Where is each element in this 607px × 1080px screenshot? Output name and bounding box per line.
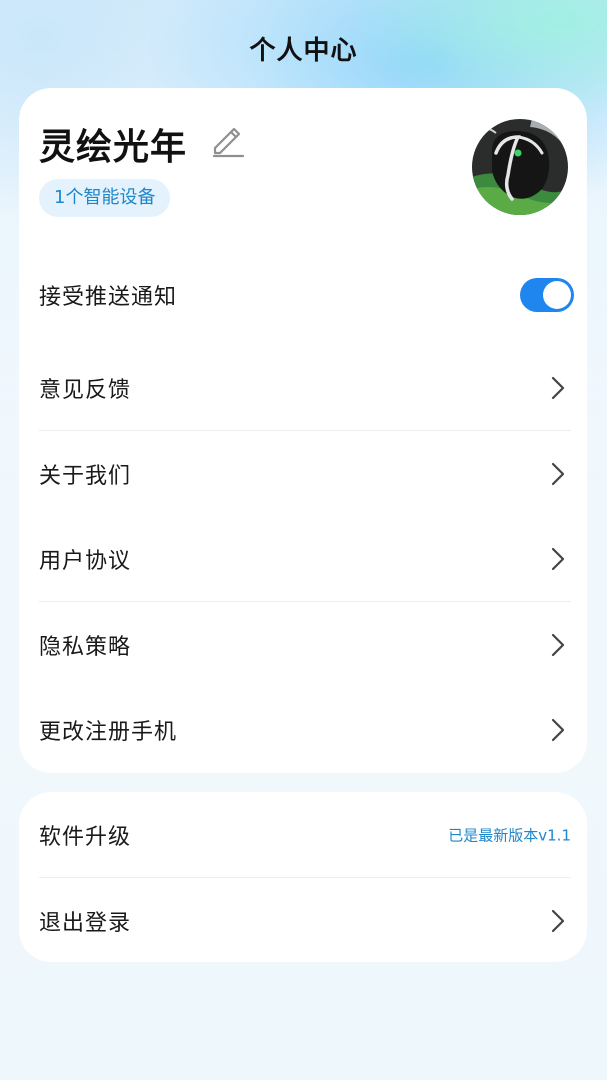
settings-item-label: 更改注册手机: [39, 720, 178, 745]
software-upgrade-row[interactable]: 软件升级 已是最新版本v1.1: [39, 792, 571, 878]
software-upgrade-label: 软件升级: [39, 825, 132, 850]
settings-item-privacy-policy[interactable]: 隐私策略: [39, 602, 569, 688]
settings-item-feedback[interactable]: 意见反馈: [39, 345, 571, 431]
profile-settings-card: 灵绘光年 1个智能设备 接受推送通知 意见反馈 关于我们 用户协议 隐私策略 更…: [19, 88, 587, 773]
chevron-right-icon: [551, 376, 565, 400]
edit-icon[interactable]: [209, 122, 245, 158]
settings-item-label: 用户协议: [39, 549, 132, 574]
settings-item-about-us[interactable]: 关于我们: [39, 431, 569, 517]
settings-item-label: 隐私策略: [39, 635, 132, 660]
profile-name: 灵绘光年: [39, 127, 188, 168]
logout-label: 退出登录: [39, 911, 132, 936]
settings-item-user-agreement[interactable]: 用户协议: [39, 516, 571, 602]
push-notification-row: 接受推送通知: [39, 252, 574, 338]
toggle-knob: [543, 281, 571, 309]
version-status: 已是最新版本v1.1: [448, 826, 571, 845]
chevron-right-icon: [551, 462, 565, 486]
system-card: 软件升级 已是最新版本v1.1 退出登录: [19, 792, 587, 962]
settings-item-label: 关于我们: [39, 464, 132, 489]
chevron-right-icon: [551, 633, 565, 657]
avatar[interactable]: [472, 119, 568, 215]
chevron-right-icon: [551, 547, 565, 571]
logout-row[interactable]: 退出登录: [39, 878, 569, 964]
chevron-right-icon: [551, 718, 565, 742]
push-notification-toggle[interactable]: [520, 278, 574, 312]
settings-item-label: 意见反馈: [39, 378, 132, 403]
settings-item-change-phone[interactable]: 更改注册手机: [39, 687, 569, 773]
chevron-right-icon: [551, 909, 565, 933]
push-notification-label: 接受推送通知: [39, 285, 178, 310]
device-count-badge[interactable]: 1个智能设备: [39, 179, 171, 217]
page-title: 个人中心: [249, 36, 358, 66]
